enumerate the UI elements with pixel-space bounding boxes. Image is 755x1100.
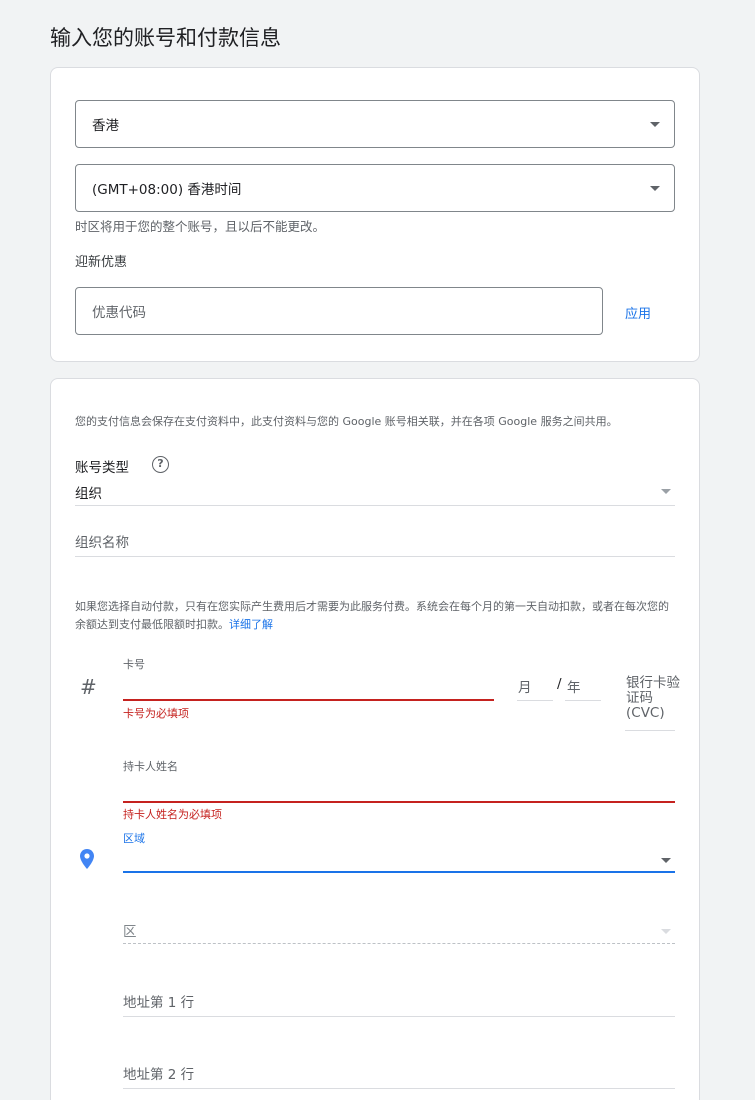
year-underline bbox=[565, 700, 601, 701]
address-line1-input[interactable]: 地址第 1 行 bbox=[123, 991, 194, 1011]
account-type-value: 组织 bbox=[75, 486, 102, 502]
timezone-value: (GMT+08:00) 香港时间 bbox=[92, 182, 242, 198]
timezone-select[interactable]: (GMT+08:00) 香港时间 bbox=[75, 164, 675, 212]
card-number-error: 卡号为必填项 bbox=[123, 707, 189, 720]
card-number-icon: # bbox=[80, 675, 97, 699]
cardholder-label: 持卡人姓名 bbox=[123, 760, 178, 773]
address-line1-underline bbox=[123, 1016, 675, 1017]
cardholder-input[interactable] bbox=[123, 775, 675, 801]
learn-more-link[interactable]: 详细了解 bbox=[229, 618, 273, 631]
account-type-underline bbox=[75, 505, 675, 506]
promo-code-input[interactable]: 优惠代码 bbox=[75, 287, 603, 335]
account-type-label: 账号类型 bbox=[75, 460, 129, 476]
month-input[interactable]: 月 bbox=[518, 676, 532, 696]
address-line2-input[interactable]: 地址第 2 行 bbox=[123, 1063, 194, 1083]
autopay-note-text: 如果您选择自动付款，只有在您实际产生费用后才需要为此服务付费。系统会在每个月的第… bbox=[75, 600, 669, 631]
page-title: 输入您的账号和付款信息 bbox=[50, 26, 281, 50]
district-select[interactable]: 区 bbox=[123, 919, 675, 943]
help-icon[interactable]: ? bbox=[152, 456, 169, 473]
apply-button[interactable]: 应用 bbox=[625, 303, 651, 322]
cardholder-underline bbox=[123, 801, 675, 803]
cvc-input[interactable]: 银行卡验证码 (CVC) bbox=[626, 676, 681, 721]
card-number-label: 卡号 bbox=[123, 658, 145, 671]
region-label: 区域 bbox=[123, 832, 145, 845]
cardholder-error: 持卡人姓名为必填项 bbox=[123, 808, 222, 821]
district-placeholder: 区 bbox=[123, 924, 137, 940]
promo-heading: 迎新优惠 bbox=[75, 255, 128, 270]
account-type-select[interactable]: 组织 bbox=[75, 479, 675, 506]
address-line2-underline bbox=[123, 1088, 675, 1089]
card-number-input[interactable] bbox=[123, 672, 494, 699]
autopay-note: 如果您选择自动付款，只有在您实际产生费用后才需要为此服务付费。系统会在每个月的第… bbox=[75, 598, 678, 634]
location-pin-icon bbox=[80, 849, 94, 869]
org-name-underline bbox=[75, 556, 675, 557]
year-input[interactable]: 年 bbox=[567, 676, 581, 696]
chevron-down-icon bbox=[661, 929, 671, 934]
district-underline bbox=[123, 943, 675, 944]
chevron-down-icon bbox=[661, 858, 671, 863]
account-settings-card: 香港 (GMT+08:00) 香港时间 时区将用于您的整个账号，且以后不能更改。… bbox=[50, 67, 700, 362]
chevron-down-icon bbox=[650, 186, 660, 191]
country-select[interactable]: 香港 bbox=[75, 100, 675, 148]
chevron-down-icon bbox=[661, 489, 671, 494]
card-number-underline bbox=[123, 699, 494, 701]
country-value: 香港 bbox=[92, 118, 119, 134]
month-underline bbox=[517, 700, 553, 701]
region-select[interactable] bbox=[123, 847, 675, 871]
date-separator: / bbox=[557, 676, 562, 692]
chevron-down-icon bbox=[650, 122, 660, 127]
payment-profile-note: 您的支付信息会保存在支付资料中，此支付资料与您的 Google 账号相关联，并在… bbox=[75, 415, 618, 428]
org-name-input[interactable]: 组织名称 bbox=[75, 531, 129, 551]
promo-code-placeholder: 优惠代码 bbox=[92, 305, 146, 321]
payment-card: 您的支付信息会保存在支付资料中，此支付资料与您的 Google 账号相关联，并在… bbox=[50, 378, 700, 1100]
cvc-underline bbox=[625, 730, 675, 731]
region-underline bbox=[123, 871, 675, 873]
timezone-note: 时区将用于您的整个账号，且以后不能更改。 bbox=[75, 219, 326, 234]
